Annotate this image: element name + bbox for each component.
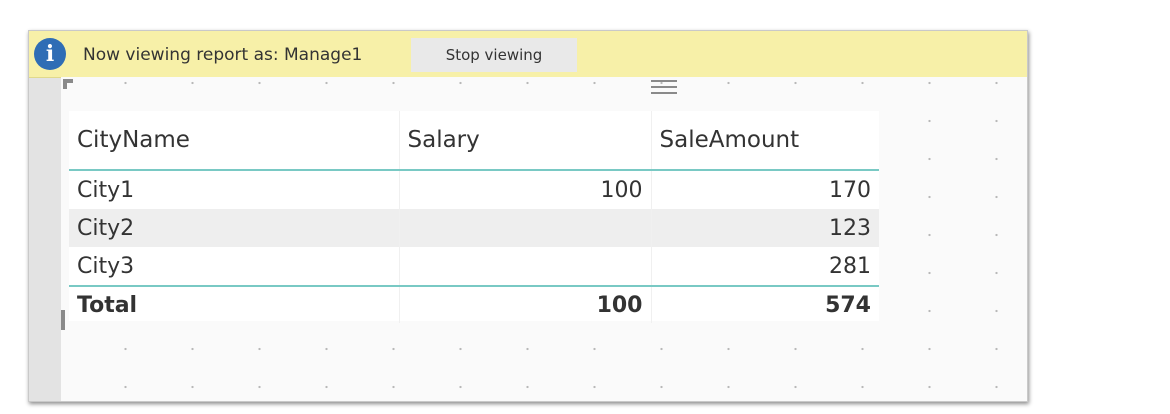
stop-viewing-button[interactable]: Stop viewing [411,38,577,72]
cell-sale-amount: 123 [651,209,879,247]
table-row: City1 100 170 [69,170,879,209]
cell-city: City1 [69,170,400,209]
report-canvas: CityName Salary SaleAmount City1 100 170… [61,77,1027,401]
report-window: i Now viewing report as: Manage1 Stop vi… [28,30,1028,402]
cell-sale-amount: 170 [829,177,871,203]
info-icon: i [34,38,66,70]
total-row: Total 100 574 [69,285,879,323]
table-header-row: CityName Salary SaleAmount [69,111,879,171]
column-header-salary[interactable]: Salary [399,111,652,171]
banner-message: Now viewing report as: Manage1 [83,45,363,65]
cell-sale-amount: 281 [829,253,871,279]
cell-salary: 100 [399,170,652,209]
column-header-saleamount[interactable]: SaleAmount [651,111,879,171]
total-sale-amount: 574 [651,285,879,323]
table-row: City2 123 [69,209,879,247]
cell-salary [399,247,652,286]
table-row: City3 281 [69,247,879,286]
column-header-cityname[interactable]: CityName [69,111,400,171]
cell-city: City2 [69,209,400,247]
table-visual[interactable]: CityName Salary SaleAmount City1 100 170… [69,111,879,323]
visual-corner-handle[interactable] [63,79,73,89]
cell-salary [399,209,652,247]
view-as-banner: i Now viewing report as: Manage1 Stop vi… [29,31,1027,78]
data-table: CityName Salary SaleAmount City1 100 170… [69,111,879,323]
drag-handle-icon[interactable] [651,80,677,100]
total-label: Total [69,285,400,323]
cell-city: City3 [69,247,400,286]
total-salary: 100 [399,285,652,323]
visual-resize-handle[interactable] [61,310,65,330]
